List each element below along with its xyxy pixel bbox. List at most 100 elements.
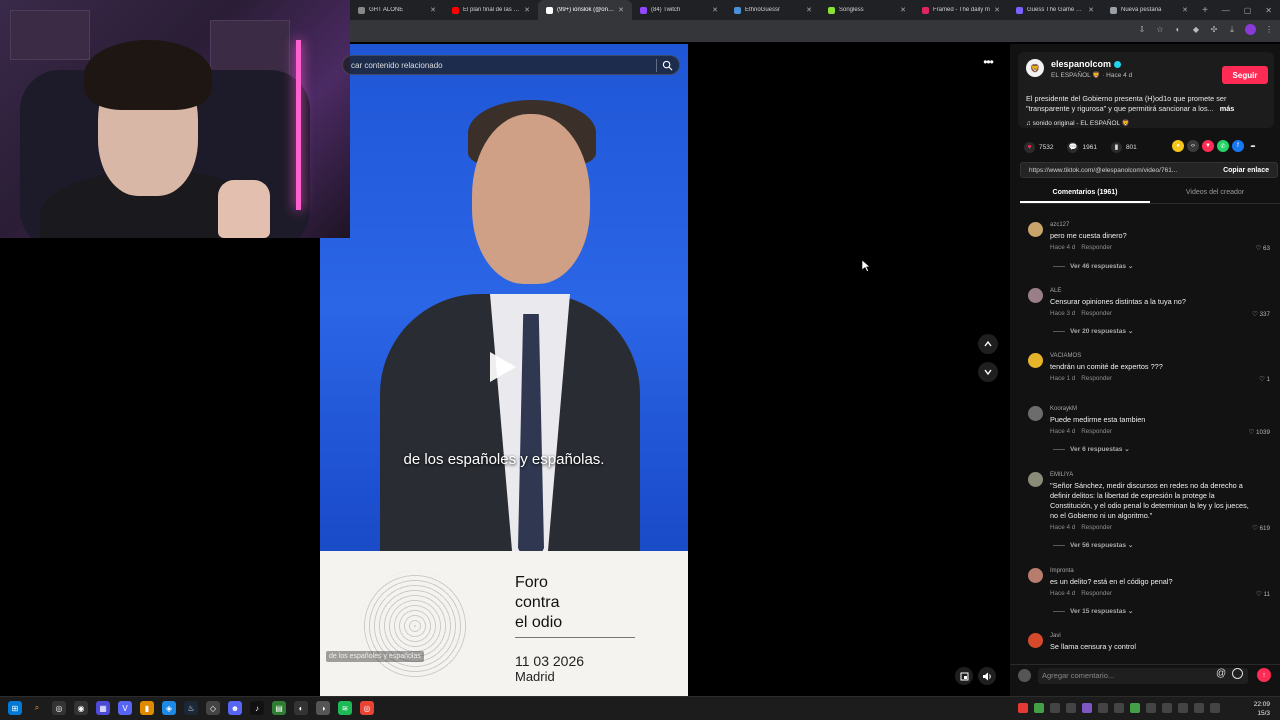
comment-avatar[interactable] <box>1028 633 1043 648</box>
comment-avatar[interactable] <box>1028 222 1043 237</box>
gift-icon[interactable]: ● <box>1172 140 1184 152</box>
comment-username[interactable]: KooraykM <box>1050 406 1077 412</box>
windows-start-icon[interactable]: ⊞ <box>8 701 22 715</box>
whatsapp-icon[interactable]: ✆ <box>1217 140 1229 152</box>
reply-button[interactable]: Responder <box>1081 375 1112 382</box>
app-icon[interactable]: ◇ <box>206 701 220 715</box>
install-icon[interactable]: ⇩ <box>1137 25 1147 35</box>
browser-tab[interactable]: Nueva pestaña ✕ <box>1102 0 1196 20</box>
comment-likes[interactable]: ♡ 63 <box>1256 245 1270 252</box>
reply-button[interactable]: Responder <box>1081 244 1112 251</box>
tray-icon[interactable] <box>1018 703 1028 713</box>
share-arrow-icon[interactable]: ➦ <box>1247 140 1259 152</box>
browser-tab[interactable]: EthnoGuessr ✕ <box>726 0 820 20</box>
comment-likes[interactable]: ♡ 1039 <box>1249 429 1270 436</box>
tab-creator-videos[interactable]: Videos del creador <box>1150 184 1280 203</box>
comment-likes[interactable]: ♡ 11 <box>1256 591 1270 598</box>
close-icon[interactable]: ✕ <box>806 6 812 14</box>
app-icon[interactable]: ◑ <box>316 701 330 715</box>
search-icon[interactable]: ⌕ <box>30 701 44 715</box>
view-replies-button[interactable]: Ver 20 respuestas ⌄ <box>1053 327 1133 335</box>
view-replies-button[interactable]: Ver 15 respuestas ⌄ <box>1053 607 1133 615</box>
new-tab-button[interactable]: + <box>1196 5 1214 16</box>
comment-likes[interactable]: ♡ 337 <box>1252 311 1270 318</box>
chrome-icon[interactable]: ◎ <box>360 701 374 715</box>
comment-likes[interactable]: ♡ 1 <box>1259 376 1270 383</box>
author-name[interactable]: elespanolcom <box>1051 59 1122 69</box>
tray-icon[interactable] <box>1146 703 1156 713</box>
close-icon[interactable]: ✕ <box>900 6 906 14</box>
downloads-icon[interactable]: ⤓ <box>1227 25 1237 35</box>
comment-avatar[interactable] <box>1028 288 1043 303</box>
browser-tab[interactable]: (84) Twitch ✕ <box>632 0 726 20</box>
send-icon[interactable]: ▼ <box>1202 140 1214 152</box>
close-icon[interactable]: ✕ <box>430 6 436 14</box>
browser-tab[interactable]: Framed - The daily m ✕ <box>914 0 1008 20</box>
comment-avatar[interactable] <box>1028 353 1043 368</box>
close-icon[interactable]: ✕ <box>712 6 718 14</box>
reply-button[interactable]: Responder <box>1081 524 1112 531</box>
more-options-icon[interactable]: ••• <box>978 55 998 73</box>
volume-icon[interactable] <box>1210 703 1220 713</box>
close-icon[interactable]: ✕ <box>618 6 624 14</box>
steam-icon[interactable]: ♨ <box>184 701 198 715</box>
app-icon[interactable]: ◎ <box>52 701 66 715</box>
reply-button[interactable]: Responder <box>1081 590 1112 597</box>
browser-tab-active[interactable]: (99+) ionslok (@onslok ✕ <box>538 0 632 20</box>
tray-icon[interactable] <box>1162 703 1172 713</box>
view-replies-button[interactable]: Ver 46 respuestas ⌄ <box>1053 262 1133 270</box>
comment-username[interactable]: EMILIYA <box>1050 472 1073 478</box>
extension-icon[interactable]: ◆ <box>1191 25 1201 35</box>
menu-kebab-icon[interactable]: ⋮ <box>1264 25 1274 35</box>
browser-tab[interactable]: GHT ALONE ✕ <box>350 0 444 20</box>
minimize-icon[interactable]: — <box>1222 6 1230 15</box>
bookmark-icon[interactable]: ▮ <box>1110 141 1122 153</box>
app-icon[interactable]: ▦ <box>96 701 110 715</box>
heart-icon[interactable]: ♥ <box>1024 141 1035 153</box>
extension-icon[interactable]: ◐ <box>1173 25 1183 35</box>
tray-icon[interactable] <box>1050 703 1060 713</box>
browser-tab[interactable]: El plan final de las élites ✕ <box>444 0 538 20</box>
comment-icon[interactable]: 💬 <box>1067 141 1079 153</box>
close-window-icon[interactable]: ✕ <box>1265 6 1272 15</box>
sound-link[interactable]: ♫ sonido original - EL ESPAÑOL 🦁 <box>1026 119 1130 127</box>
tray-icon[interactable] <box>1098 703 1108 713</box>
play-icon[interactable] <box>490 352 516 382</box>
comment-avatar[interactable] <box>1028 472 1043 487</box>
profile-avatar[interactable] <box>1245 24 1256 35</box>
reply-button[interactable]: Responder <box>1081 310 1112 317</box>
mention-icon[interactable]: @ <box>1216 668 1226 679</box>
tray-icon[interactable] <box>1082 703 1092 713</box>
extensions-puzzle-icon[interactable]: ✣ <box>1209 25 1219 35</box>
close-icon[interactable]: ✕ <box>1182 6 1188 14</box>
close-icon[interactable]: ✕ <box>1088 6 1094 14</box>
embed-icon[interactable]: ‹› <box>1187 140 1199 152</box>
taskbar-clock[interactable]: 22:09 15/3 <box>1254 700 1270 718</box>
tray-icon[interactable] <box>1034 703 1044 713</box>
previous-video-button[interactable] <box>978 334 998 354</box>
tab-comments[interactable]: Comentarios (1961) <box>1020 184 1150 203</box>
comment-username[interactable]: Impronta <box>1050 568 1074 574</box>
app-icon[interactable]: ◐ <box>294 701 308 715</box>
browser-tab[interactable]: Songless ✕ <box>820 0 914 20</box>
emoji-icon[interactable] <box>1232 668 1243 679</box>
next-video-button[interactable] <box>978 362 998 382</box>
volume-button[interactable] <box>978 667 996 685</box>
search-input[interactable]: car contenido relacionado <box>342 55 680 75</box>
comment-username[interactable]: Javi <box>1050 633 1061 639</box>
app-icon[interactable]: V <box>118 701 132 715</box>
copy-link-button[interactable]: Copiar enlace <box>1223 167 1277 174</box>
pip-button[interactable] <box>955 667 973 685</box>
app-icon[interactable]: ◈ <box>162 701 176 715</box>
bookmark-star-icon[interactable]: ☆ <box>1155 25 1165 35</box>
app-icon[interactable]: ▮ <box>140 701 154 715</box>
tray-icon[interactable] <box>1178 703 1188 713</box>
comment-username[interactable]: ALE <box>1050 288 1061 294</box>
comment-username[interactable]: azc127 <box>1050 222 1069 228</box>
follow-button[interactable]: Seguir <box>1222 66 1268 84</box>
comment-username[interactable]: VACIAMOS <box>1050 353 1081 359</box>
comment-avatar[interactable] <box>1028 568 1043 583</box>
discord-icon[interactable]: ☻ <box>228 701 242 715</box>
comment-avatar[interactable] <box>1028 406 1043 421</box>
tray-icon[interactable] <box>1066 703 1076 713</box>
